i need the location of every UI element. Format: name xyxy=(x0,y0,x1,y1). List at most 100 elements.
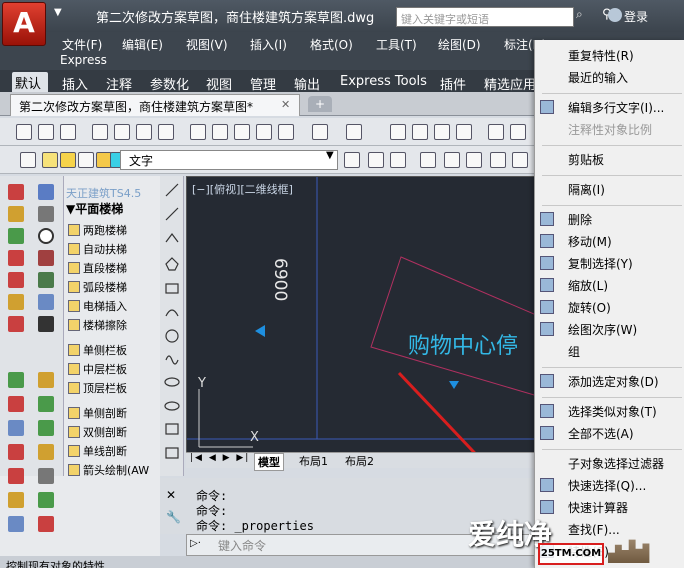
layer-dropdown[interactable]: 文字 xyxy=(120,150,338,170)
palette-tool-icon[interactable] xyxy=(8,184,24,200)
plot-icon[interactable] xyxy=(136,124,152,140)
linear-dimension-icon[interactable] xyxy=(420,152,436,168)
circle-tool-icon[interactable] xyxy=(38,228,54,244)
new-file-icon[interactable] xyxy=(16,124,32,140)
ribbon-tab-default[interactable]: 默认 xyxy=(12,72,48,92)
panel-item[interactable]: 直段楼梯 xyxy=(68,260,127,276)
palette-tool-icon[interactable] xyxy=(8,294,24,310)
tab-layout1[interactable]: 布局1 xyxy=(296,453,331,469)
palette-tool-icon[interactable] xyxy=(38,396,54,412)
bulb-icon[interactable] xyxy=(42,152,58,168)
document-tab[interactable]: 第二次修改方案草图，商住楼建筑方案草图* xyxy=(10,94,300,116)
layer-manager-icon[interactable] xyxy=(20,152,36,168)
quick-access-dropdown-icon[interactable]: ▼ xyxy=(54,7,62,18)
block-editor-icon[interactable] xyxy=(278,124,294,140)
menu-file[interactable]: 文件(F) xyxy=(62,36,102,53)
palette-tool-icon[interactable] xyxy=(38,372,54,388)
palette-tool-icon[interactable] xyxy=(38,206,54,222)
wrench-icon[interactable]: 🔧 xyxy=(166,510,181,524)
cut-icon[interactable] xyxy=(190,124,206,140)
ribbon-tab-featured-apps[interactable]: 精选应用 xyxy=(484,74,536,93)
panel-item[interactable]: 自动扶梯 xyxy=(68,241,127,257)
palette-tool-icon[interactable] xyxy=(8,250,24,266)
zoom-previous-icon[interactable] xyxy=(456,124,472,140)
menu-view[interactable]: 视图(V) xyxy=(186,36,228,53)
context-menu-item[interactable]: 全部不选(A) xyxy=(568,425,634,442)
palette-tool-icon[interactable] xyxy=(8,420,24,436)
context-menu-item[interactable]: 快速选择(Q)... xyxy=(568,477,646,494)
panel-item[interactable]: 顶层栏板 xyxy=(68,380,127,396)
ribbon-tab-express-tools[interactable]: Express Tools xyxy=(340,74,427,89)
panel-item[interactable]: 双侧剖断 xyxy=(68,424,127,440)
context-menu-item[interactable]: 绘图次序(W) xyxy=(568,321,637,338)
panel-item[interactable]: 箭头绘制(AW xyxy=(68,462,149,478)
panel-item[interactable]: 中层栏板 xyxy=(68,361,127,377)
search-icon[interactable]: ⌕ xyxy=(576,7,594,27)
palette-tool-icon[interactable] xyxy=(8,516,24,532)
save-icon[interactable] xyxy=(60,124,76,140)
palette-tool-icon[interactable] xyxy=(38,492,54,508)
ribbon-tab-plugins[interactable]: 插件 xyxy=(440,74,466,93)
palette-tool-icon[interactable] xyxy=(8,492,24,508)
context-menu-item[interactable]: 最近的输入 xyxy=(568,69,628,86)
properties-icon[interactable] xyxy=(488,124,504,140)
menu-format[interactable]: 格式(O) xyxy=(310,36,353,53)
palette-tool-icon[interactable] xyxy=(38,420,54,436)
ribbon-tab-insert[interactable]: 插入 xyxy=(62,74,88,93)
palette-tool-icon[interactable] xyxy=(38,294,54,310)
close-icon[interactable]: ✕ xyxy=(281,98,290,111)
context-menu-item[interactable]: 删除 xyxy=(568,211,592,228)
undo-icon[interactable] xyxy=(312,124,328,140)
menu-tools[interactable]: 工具(T) xyxy=(376,36,417,53)
menu-edit[interactable]: 编辑(E) xyxy=(122,36,163,53)
palette-tool-icon[interactable] xyxy=(8,316,24,332)
radius-dimension-icon[interactable] xyxy=(512,152,528,168)
context-menu-item[interactable]: 隔离(I) xyxy=(568,181,605,198)
palette-tool-icon[interactable] xyxy=(8,444,24,460)
login-link[interactable]: 登录 xyxy=(624,8,648,25)
open-file-icon[interactable] xyxy=(38,124,54,140)
sun-icon[interactable] xyxy=(60,152,76,168)
zoom-realtime-icon[interactable] xyxy=(412,124,428,140)
palette-tool-icon[interactable] xyxy=(38,468,54,484)
ribbon-tab-manage[interactable]: 管理 xyxy=(250,74,276,93)
palette-tool-icon[interactable] xyxy=(38,444,54,460)
tab-model[interactable]: 模型 xyxy=(254,453,284,471)
arc-length-icon[interactable] xyxy=(466,152,482,168)
context-menu-item[interactable]: 复制选择(Y) xyxy=(568,255,633,272)
palette-tool-icon[interactable] xyxy=(8,228,24,244)
user-icon[interactable] xyxy=(608,8,622,22)
viewport-controls[interactable]: [−][俯视][二维线框] xyxy=(192,181,293,197)
tab-scroll-arrows[interactable]: |◀ ◀ ▶ ▶| xyxy=(190,453,250,463)
pan-icon[interactable] xyxy=(390,124,406,140)
menu-draw[interactable]: 绘图(D) xyxy=(438,36,481,53)
match-properties-icon[interactable] xyxy=(256,124,272,140)
panel-item[interactable]: 弧段楼梯 xyxy=(68,279,127,295)
design-center-icon[interactable] xyxy=(510,124,526,140)
close-icon[interactable]: ✕ xyxy=(166,488,176,502)
context-menu-item[interactable]: 重复特性(R) xyxy=(568,47,634,64)
palette-tool-icon[interactable] xyxy=(38,272,54,288)
make-current-layer-icon[interactable] xyxy=(344,152,360,168)
panel-item[interactable]: 单线剖断 xyxy=(68,443,127,459)
search-input[interactable]: 键入关键字或短语 xyxy=(396,7,574,27)
tab-layout2[interactable]: 布局2 xyxy=(342,453,377,469)
new-tab-button[interactable]: + xyxy=(308,96,332,112)
context-menu-item[interactable]: 移动(M) xyxy=(568,233,612,250)
panel-section-header[interactable]: ▼平面楼梯 xyxy=(66,200,123,217)
context-menu-item[interactable]: 子对象选择过滤器 xyxy=(568,455,664,472)
command-prompt-icon[interactable]: ▷· xyxy=(190,538,201,549)
drawing-canvas[interactable] xyxy=(186,176,543,525)
menu-insert[interactable]: 插入(I) xyxy=(250,36,287,53)
panel-item[interactable]: 两跑楼梯 xyxy=(68,222,127,238)
palette-tool-icon[interactable] xyxy=(8,272,24,288)
chevron-down-icon[interactable]: ▼ xyxy=(326,150,334,161)
palette-tool-icon[interactable] xyxy=(8,206,24,222)
ribbon-tab-output[interactable]: 输出 xyxy=(294,74,320,93)
print-icon[interactable] xyxy=(92,124,108,140)
print-preview-icon[interactable] xyxy=(114,124,130,140)
publish-icon[interactable] xyxy=(158,124,174,140)
palette-tool-icon[interactable] xyxy=(38,184,54,200)
palette-tool-icon[interactable] xyxy=(8,468,24,484)
palette-tool-icon[interactable] xyxy=(38,516,54,532)
